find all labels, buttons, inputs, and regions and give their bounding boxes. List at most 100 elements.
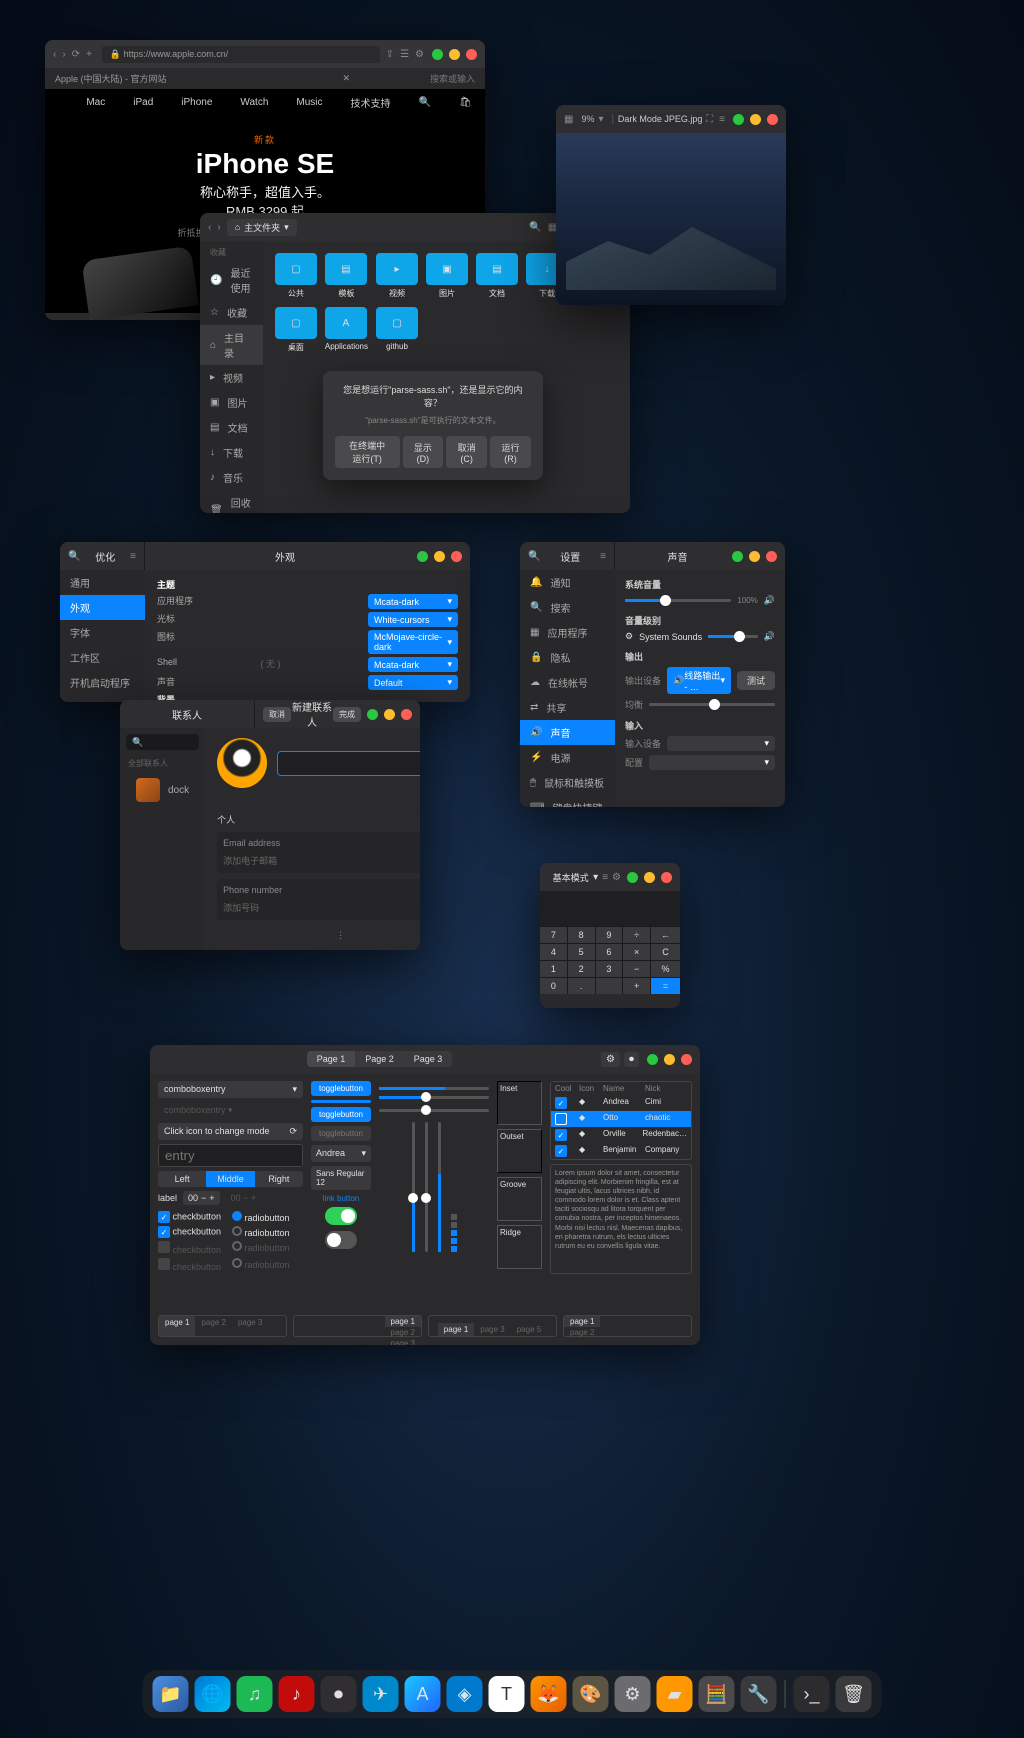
search-input[interactable] <box>126 734 199 750</box>
font-button[interactable]: Sans Regular 12 <box>311 1166 371 1190</box>
sidebar-item-docs[interactable]: ▤文档 <box>200 415 263 440</box>
calc-key-pct[interactable]: % <box>651 961 680 977</box>
settings-kbd[interactable]: ⌨键盘快捷键 <box>520 795 615 807</box>
togglebutton[interactable]: togglebutton <box>311 1107 371 1122</box>
settings-sound[interactable]: 🔊声音 <box>520 720 615 745</box>
horizontal-scale[interactable] <box>379 1087 489 1090</box>
folder-item[interactable]: ▤文档 <box>476 253 518 299</box>
folder-item[interactable]: ▣图片 <box>426 253 468 299</box>
calc-key-paren[interactable] <box>596 978 623 994</box>
nav-watch[interactable]: Watch <box>240 97 268 108</box>
tweaks-side-appearance[interactable]: 外观 <box>60 595 145 620</box>
url-bar[interactable]: 🔒 https://www.apple.com.cn/ <box>102 46 380 63</box>
settings-apps[interactable]: ▦应用程序 <box>520 620 615 645</box>
input-device-select[interactable]: ▾ <box>667 736 775 751</box>
mute-icon[interactable]: 🔊 <box>764 631 775 642</box>
dock-calc-icon[interactable]: 🧮 <box>699 1676 735 1712</box>
entry-input[interactable] <box>158 1144 303 1167</box>
folder-item[interactable]: ▸视频 <box>376 253 418 299</box>
back-icon[interactable]: ‹ <box>53 49 56 60</box>
checkbutton-row[interactable]: ✓ checkbutton <box>158 1226 229 1238</box>
calc-key-back[interactable]: ← <box>651 927 680 943</box>
calc-key-3[interactable]: 3 <box>596 961 623 977</box>
more-icon[interactable]: ⋮ <box>217 930 420 941</box>
notebook[interactable]: page 1page 2 <box>563 1315 692 1337</box>
sidebar-item-trash[interactable]: 🗑回收站 <box>200 490 263 513</box>
nav-support[interactable]: 技术支持 <box>351 95 391 110</box>
nav-iphone[interactable]: iPhone <box>181 97 212 108</box>
settings-privacy[interactable]: 🔒隐私 <box>520 645 615 670</box>
folder-item[interactable]: ▤模板 <box>325 253 368 299</box>
sidebar-item-pictures[interactable]: ▣图片 <box>200 390 263 415</box>
notebook[interactable]: page 1page 2page 3 <box>293 1315 422 1337</box>
calc-key-2[interactable]: 2 <box>568 961 595 977</box>
phone-placeholder[interactable]: 添加号码 <box>223 901 420 914</box>
test-button[interactable]: 测试 <box>737 671 775 690</box>
fwd-icon[interactable]: › <box>217 222 220 233</box>
radiobutton-row[interactable]: radiobutton <box>232 1211 303 1223</box>
settings-search[interactable]: 🔍搜索 <box>520 595 615 620</box>
calc-key-6[interactable]: 6 <box>596 944 623 960</box>
search-icon[interactable]: 🔍 <box>529 222 541 233</box>
select-cursor[interactable]: White-cursors▾ <box>368 612 458 627</box>
select-icons[interactable]: McMojave-circle-dark▾ <box>368 630 458 654</box>
seg-right[interactable]: Right <box>255 1171 303 1187</box>
done-button[interactable]: 完成 <box>333 707 361 722</box>
settings-power[interactable]: ⚡电源 <box>520 745 615 770</box>
sidebar-item-music[interactable]: ♪音乐 <box>200 465 263 490</box>
dock-gimp-icon[interactable]: 🎨 <box>573 1676 609 1712</box>
folder-item[interactable]: ▢github <box>376 307 418 353</box>
search-icon[interactable]: 🔍 <box>528 551 540 562</box>
horizontal-scale[interactable] <box>379 1109 489 1112</box>
name-input[interactable] <box>277 751 420 776</box>
seg-mid[interactable]: Middle <box>206 1171 254 1187</box>
tab-title[interactable]: Apple (中国大陆) - 官方网站 <box>55 72 167 85</box>
click-mode-entry[interactable]: Click icon to change mode⟳ <box>158 1123 303 1140</box>
path-button[interactable]: ⌂主文件夹▾ <box>227 219 297 236</box>
vertical-scale[interactable] <box>425 1122 428 1252</box>
mode-label[interactable]: 基本模式 <box>548 871 593 884</box>
share-icon[interactable]: ⇪ <box>386 49 394 60</box>
tweaks-side-general[interactable]: 通用 <box>60 570 145 595</box>
balance-slider[interactable] <box>649 703 775 706</box>
sidebar-item-video[interactable]: ▸视频 <box>200 365 263 390</box>
menu-icon[interactable]: ☰ <box>400 49 409 60</box>
settings-sharing[interactable]: ⇄共享 <box>520 695 615 720</box>
chevron-down-icon[interactable]: ▾ <box>598 114 603 125</box>
calc-key-1[interactable]: 1 <box>540 961 567 977</box>
tab-page2[interactable]: Page 2 <box>355 1051 404 1067</box>
nav-music[interactable]: Music <box>296 97 322 108</box>
dock-tweaks-icon[interactable]: 🔧 <box>741 1676 777 1712</box>
expand-icon[interactable]: ⛶ <box>706 114 713 125</box>
search-icon[interactable]: 🔍 <box>419 97 431 108</box>
gear-icon[interactable]: ⚙ <box>612 872 621 883</box>
dock-sublime-icon[interactable]: ▰ <box>657 1676 693 1712</box>
settings-mouse[interactable]: 🖱鼠标和触摸板 <box>520 770 615 795</box>
level-slider[interactable] <box>708 635 758 638</box>
search-icon[interactable]: 🔍 <box>68 551 80 562</box>
mute-icon[interactable]: 🔊 <box>764 595 775 606</box>
dock-settings-icon[interactable]: ⚙ <box>615 1676 651 1712</box>
sidebar-item-recent[interactable]: 🕘最近使用 <box>200 260 263 300</box>
dock-telegram-icon[interactable]: ✈ <box>363 1676 399 1712</box>
settings-notifications[interactable]: 🔔通知 <box>520 570 615 595</box>
calc-key-5[interactable]: 5 <box>568 944 595 960</box>
dock-terminal-icon[interactable]: ›_ <box>794 1676 830 1712</box>
calc-key-clear[interactable]: C <box>651 944 680 960</box>
nav-ipad[interactable]: iPad <box>133 97 153 108</box>
seg-left[interactable]: Left <box>158 1171 206 1187</box>
calc-key-0[interactable]: 0 <box>540 978 567 994</box>
folder-item[interactable]: ▢公共 <box>275 253 317 299</box>
checkbutton-row[interactable]: ✓ checkbutton <box>158 1211 229 1223</box>
dlg-terminal-button[interactable]: 在终端中运行(T) <box>335 436 400 468</box>
select-shell[interactable]: Mcata-dark▾ <box>368 657 458 672</box>
calc-key-add[interactable]: + <box>623 978 650 994</box>
radiobutton-row[interactable]: radiobutton <box>232 1226 303 1238</box>
bag-icon[interactable]: 🛍 <box>459 97 472 108</box>
hamburger-icon[interactable]: ≡ <box>719 114 725 125</box>
dock-firefox-icon[interactable]: 🦊 <box>531 1676 567 1712</box>
gear-icon[interactable]: ⚙ <box>601 1052 620 1067</box>
calc-key-div[interactable]: ÷ <box>623 927 650 943</box>
calc-display[interactable] <box>540 891 680 927</box>
menu-icon[interactable]: ≡ <box>602 872 608 883</box>
